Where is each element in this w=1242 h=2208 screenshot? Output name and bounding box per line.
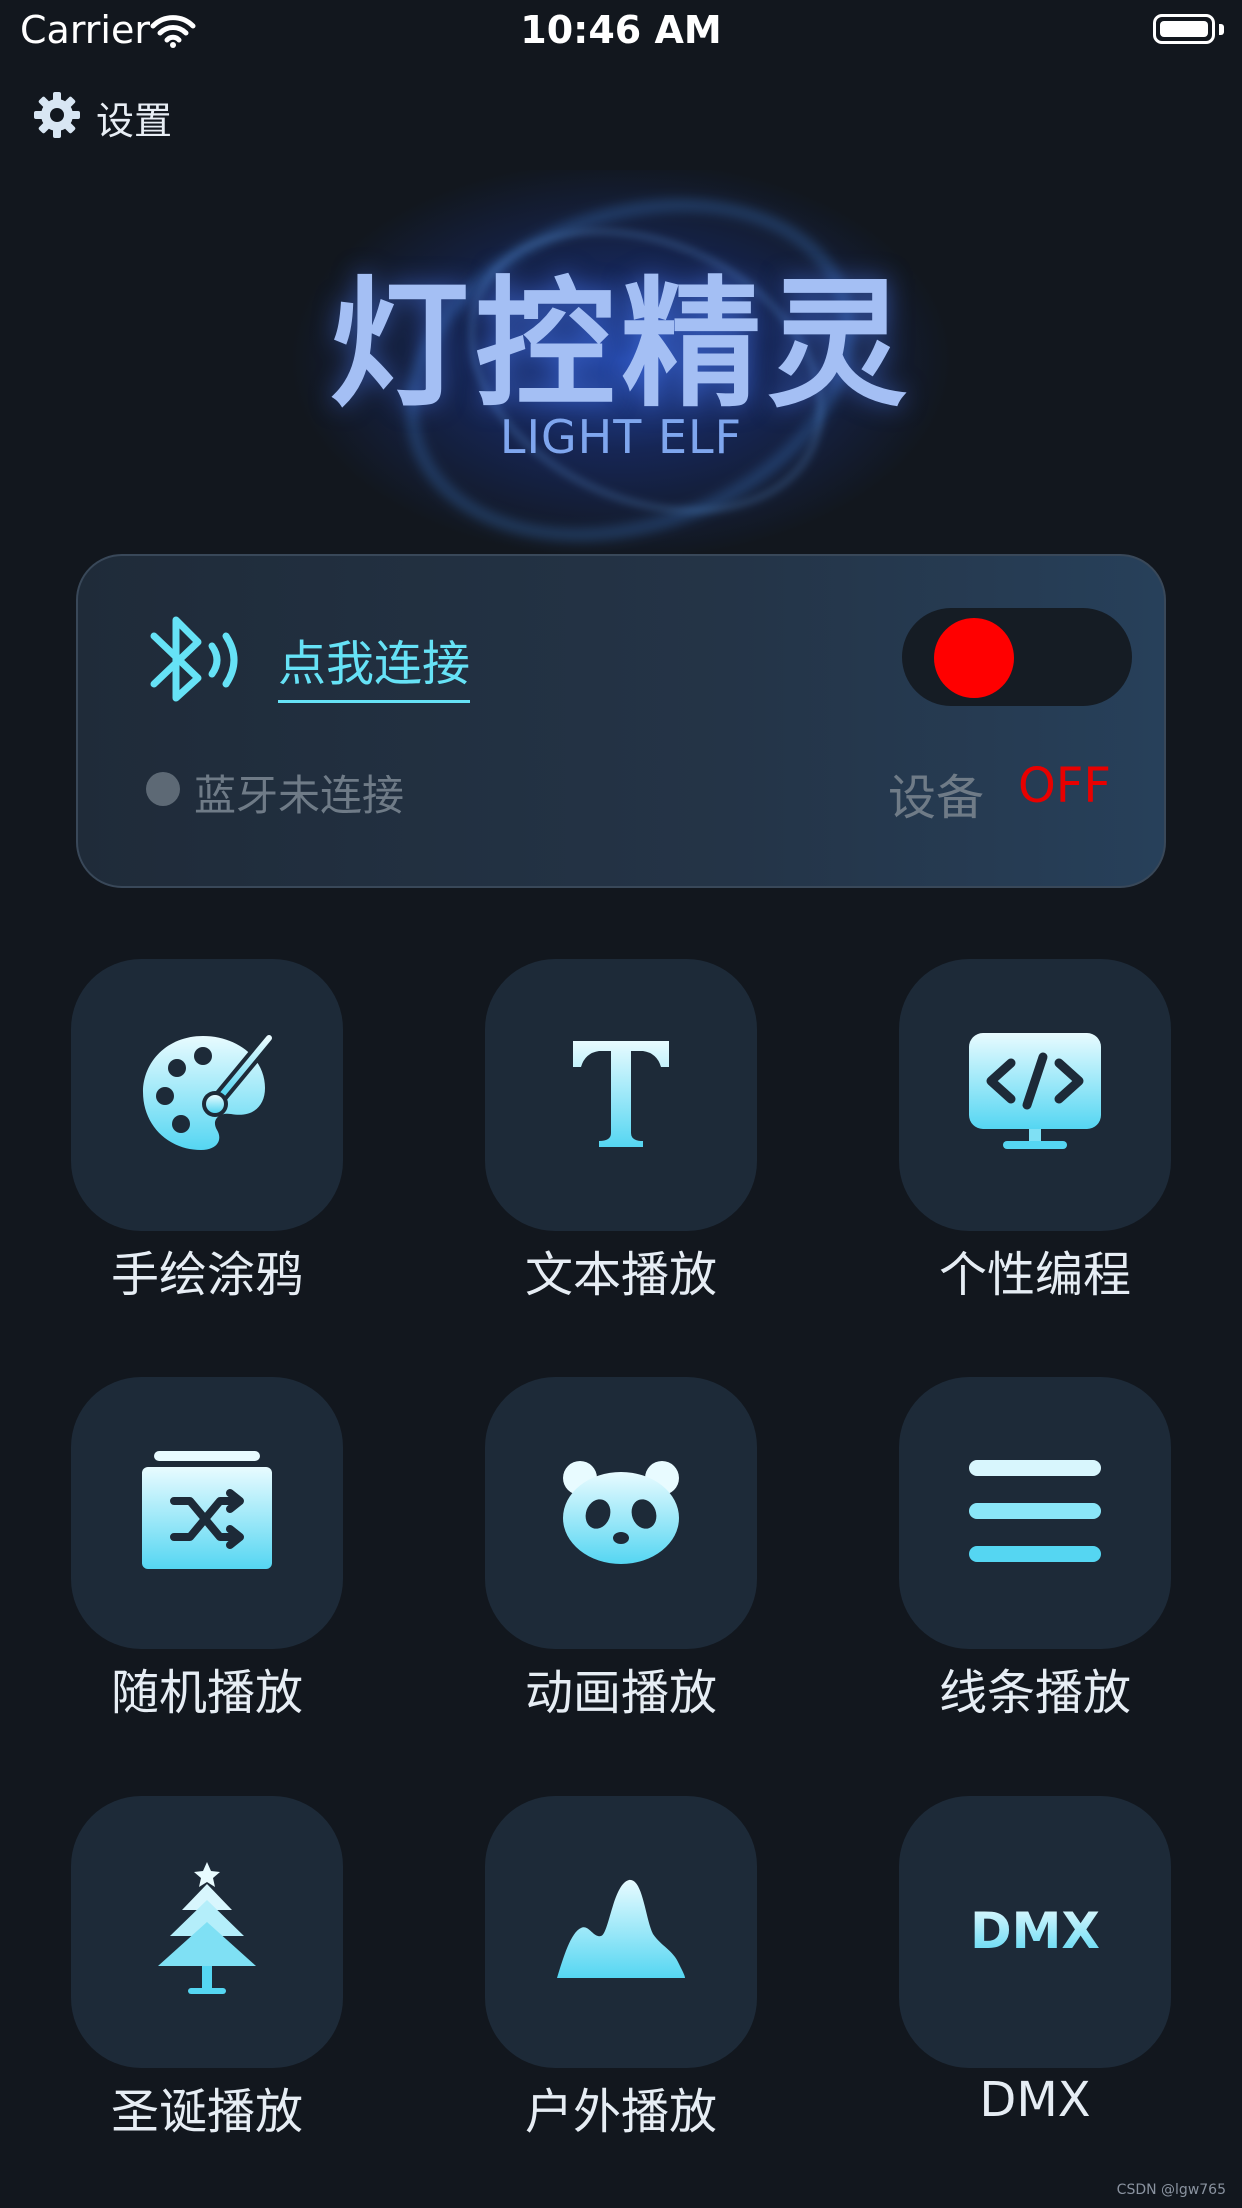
clock: 10:46 AM bbox=[520, 8, 722, 52]
mode-tile[interactable] bbox=[71, 959, 343, 1231]
device-state: OFF bbox=[1018, 758, 1111, 814]
mode-outdoor[interactable]: 户外播放 bbox=[485, 1796, 757, 2142]
bluetooth-icon[interactable] bbox=[140, 606, 252, 720]
mode-label: 文本播放 bbox=[524, 1247, 717, 1303]
mode-tile[interactable] bbox=[899, 959, 1171, 1231]
mode-dmx[interactable]: DMX DMX bbox=[899, 1796, 1171, 2128]
connect-link[interactable]: 点我连接 bbox=[278, 624, 471, 703]
mode-label: DMX bbox=[979, 2072, 1091, 2128]
panda-icon bbox=[560, 1456, 682, 1570]
mode-tile[interactable] bbox=[71, 1377, 343, 1649]
lines-icon bbox=[969, 1456, 1101, 1570]
shuffle-icon bbox=[140, 1451, 274, 1575]
mode-label: 圣诞播放 bbox=[110, 2084, 303, 2140]
mode-label: 个性编程 bbox=[938, 1247, 1131, 1303]
christmas-tree-icon bbox=[152, 1862, 262, 2002]
mode-tile[interactable] bbox=[71, 1796, 343, 2068]
mode-label: 手绘涂鸦 bbox=[110, 1247, 303, 1303]
mode-label: 户外播放 bbox=[524, 2084, 717, 2140]
status-bar: Carrier 10:46 AM bbox=[0, 0, 1242, 62]
connection-card: 点我连接 蓝牙未连接 设备 OFF bbox=[76, 554, 1166, 888]
mode-animation[interactable]: 动画播放 bbox=[485, 1377, 757, 1723]
mode-tile[interactable] bbox=[485, 959, 757, 1231]
status-dot bbox=[146, 772, 180, 806]
mode-label: 随机播放 bbox=[110, 1665, 303, 1721]
mode-tile[interactable] bbox=[485, 1796, 757, 2068]
hero-banner: 灯控精灵 LIGHT ELF bbox=[0, 140, 1242, 600]
mountain-icon bbox=[553, 1878, 689, 1986]
mode-text[interactable]: 文本播放 bbox=[485, 959, 757, 1305]
device-label: 设备 bbox=[888, 770, 985, 826]
mode-label: 线条播放 bbox=[938, 1665, 1131, 1721]
text-icon bbox=[561, 1033, 681, 1157]
mode-tile[interactable] bbox=[899, 1377, 1171, 1649]
settings-button[interactable]: 设置 bbox=[32, 90, 173, 144]
app-title: 灯控精灵 bbox=[328, 264, 913, 427]
svg-text:DMX: DMX bbox=[970, 1902, 1100, 1960]
toggle-knob bbox=[934, 618, 1014, 698]
mode-random[interactable]: 随机播放 bbox=[71, 1377, 343, 1723]
mode-christmas[interactable]: 圣诞播放 bbox=[71, 1796, 343, 2142]
app-subtitle: LIGHT ELF bbox=[499, 410, 743, 464]
mode-doodle[interactable]: 手绘涂鸦 bbox=[71, 959, 343, 1305]
mode-lines[interactable]: 线条播放 bbox=[899, 1377, 1171, 1723]
bluetooth-status: 蓝牙未连接 bbox=[194, 771, 405, 820]
palette-icon bbox=[137, 1028, 277, 1162]
mode-label: 动画播放 bbox=[524, 1665, 717, 1721]
watermark: CSDN @lgw765 bbox=[1116, 2182, 1226, 2198]
dmx-icon: DMX bbox=[965, 1900, 1105, 1964]
mode-programming[interactable]: 个性编程 bbox=[899, 959, 1171, 1305]
battery-icon bbox=[1153, 14, 1215, 44]
mode-tile[interactable] bbox=[485, 1377, 757, 1649]
mode-tile[interactable]: DMX bbox=[899, 1796, 1171, 2068]
gear-icon bbox=[32, 90, 82, 144]
power-toggle[interactable] bbox=[902, 608, 1132, 706]
settings-label: 设置 bbox=[96, 98, 173, 143]
code-monitor-icon bbox=[967, 1031, 1103, 1159]
